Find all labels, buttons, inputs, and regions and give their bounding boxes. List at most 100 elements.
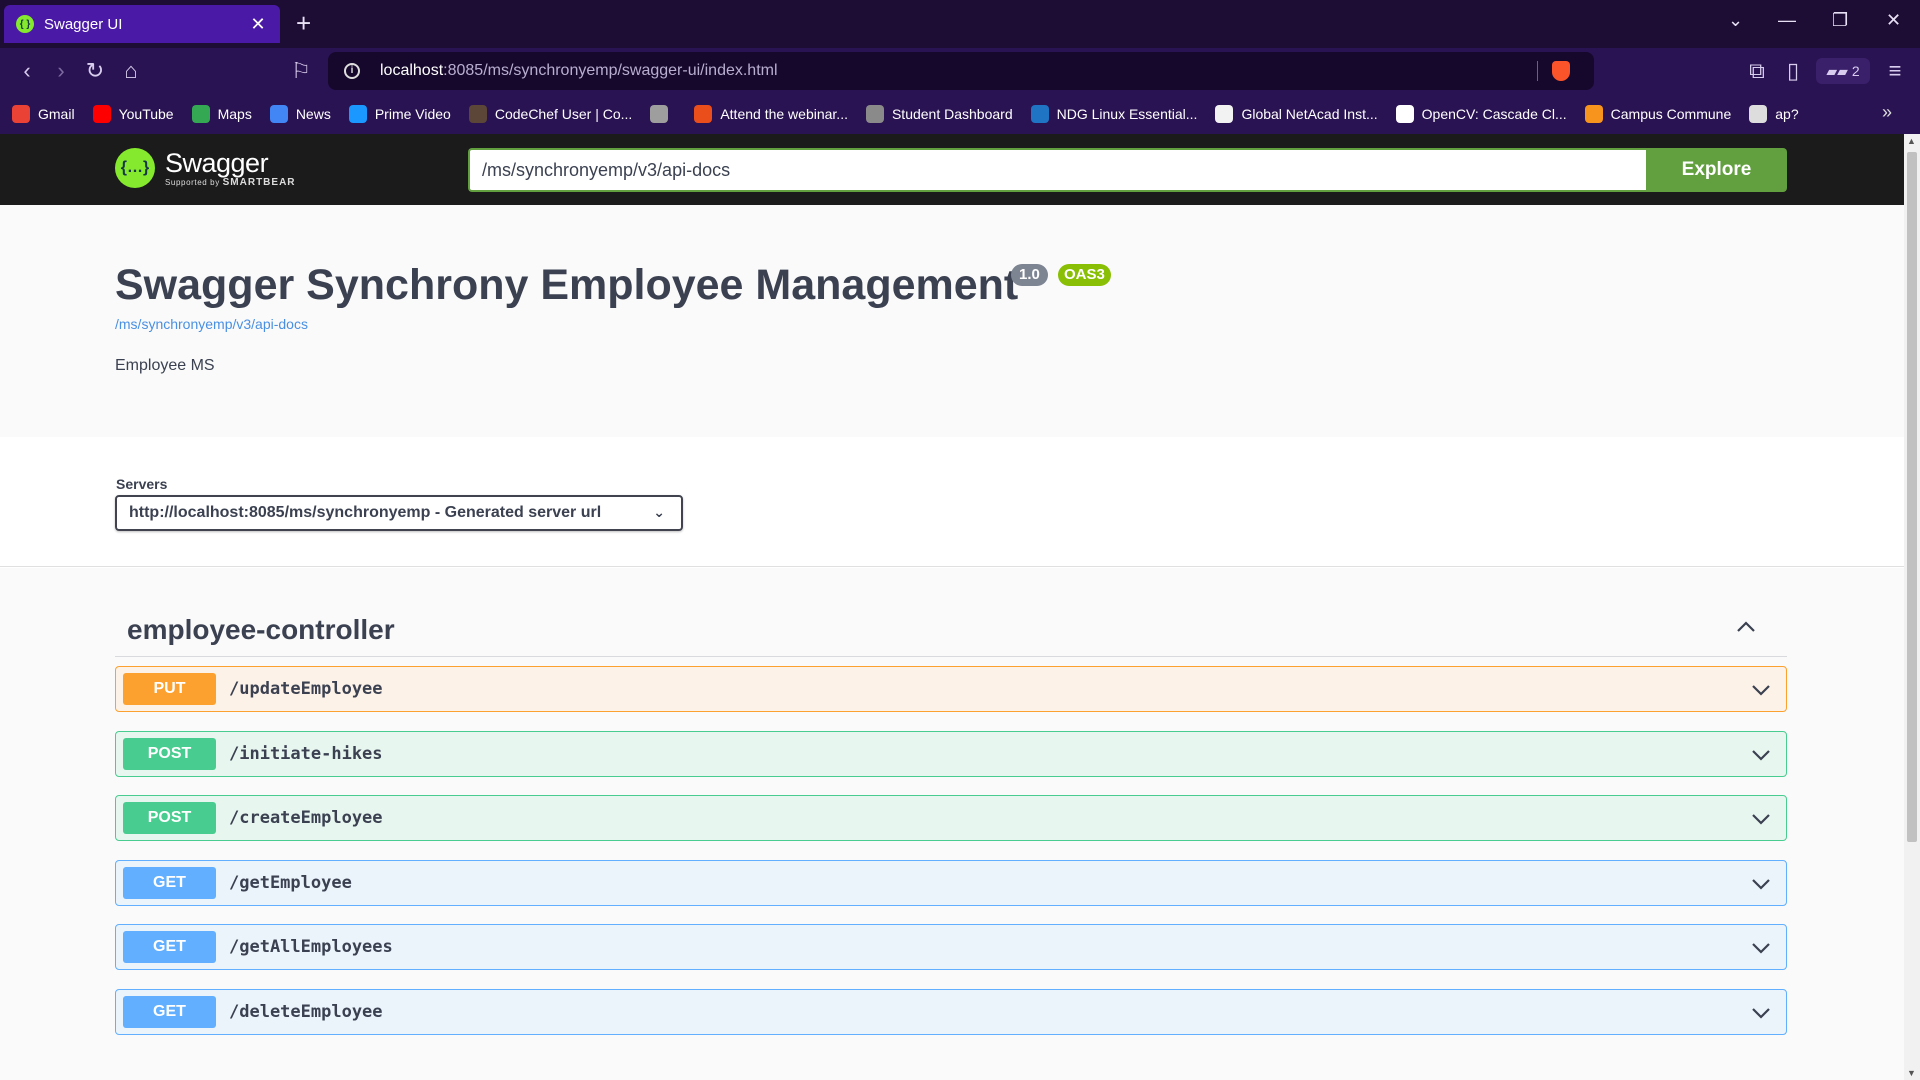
reload-icon[interactable]: ↻ [80,56,110,86]
bookmark-item[interactable]: YouTube [92,105,174,123]
url-divider [1537,61,1538,81]
method-badge: PUT [123,673,216,705]
restore-icon[interactable]: ❐ [1832,10,1848,31]
opblock-post[interactable]: POST/initiate-hikes [115,730,1787,777]
chevron-down-icon: ⌄ [653,504,665,520]
brand-name: Swagger [165,147,269,178]
address-bar[interactable]: i localhost:8085/ms/synchronyemp/swagger… [328,52,1594,90]
bookmark-label: Campus Commune [1610,106,1732,122]
menu-icon[interactable]: ≡ [1880,56,1910,86]
bookmark-item[interactable]: Student Dashboard [865,105,1013,123]
operation-path: /deleteEmployee [229,1001,383,1022]
swagger-favicon-icon: { } [16,15,34,33]
opblock-get[interactable]: GET/getAllEmployees [115,924,1787,970]
bookmark-favicon-icon [694,105,713,123]
scroll-down-icon[interactable]: ▼ [1907,1068,1916,1078]
home-icon[interactable]: ⌂ [116,56,146,86]
url-host: localhost [380,62,444,79]
sidebar-icon[interactable]: ▯ [1778,56,1808,86]
close-window-icon[interactable]: ✕ [1886,10,1901,31]
api-info: Swagger Synchrony Employee Management 1.… [0,205,1904,437]
bookmark-item[interactable] [650,105,676,123]
chevron-down-icon[interactable] [1750,745,1772,765]
bookmark-favicon-icon [1749,105,1768,123]
server-select[interactable]: http://localhost:8085/ms/synchronyemp - … [115,495,683,531]
chevron-down-icon[interactable] [1750,680,1772,700]
opblock-post[interactable]: POST/createEmployee [115,795,1787,841]
bookmark-item[interactable]: Attend the webinar... [694,105,848,123]
back-icon[interactable]: ‹ [12,56,42,86]
version-badge: 1.0 [1011,264,1048,286]
bookmark-item[interactable]: OpenCV: Cascade Cl... [1395,105,1567,123]
opblock-put[interactable]: PUT/updateEmployee [115,666,1787,712]
minimize-icon[interactable]: — [1778,10,1796,31]
opblock-get[interactable]: GET/getEmployee [115,859,1787,906]
servers-label: Servers [116,476,168,492]
bookmark-favicon-icon [650,105,669,123]
wallet-button[interactable]: ▰▰ 2 [1816,58,1870,84]
bookmark-label: Student Dashboard [891,106,1013,122]
method-badge: GET [123,866,216,899]
swagger-logo[interactable]: {…} Swagger Supported by SMARTBEAR [115,148,296,188]
explore-button[interactable]: Explore [1646,148,1787,192]
bookmark-label: Prime Video [374,106,451,122]
spec-link[interactable]: /ms/synchronyemp/v3/api-docs [115,316,308,332]
operation-path: /createEmployee [229,808,383,828]
chevron-up-icon[interactable] [1735,616,1757,638]
bookmark-item[interactable]: ap? [1749,105,1799,123]
swagger-logo-icon: {…} [115,148,155,188]
bookmark-favicon-icon [1584,105,1603,123]
page-scrollbar[interactable]: ▲ ▼ [1904,134,1920,1080]
operation-path: /updateEmployee [229,679,383,699]
method-badge: GET [123,931,216,963]
chevron-down-icon[interactable] [1750,938,1772,958]
bookmark-item[interactable]: Maps [191,105,252,123]
operation-path: /getEmployee [229,872,352,893]
bookmark-item[interactable]: Campus Commune [1584,105,1732,123]
spec-url-input[interactable] [468,148,1646,192]
tab-swagger-ui[interactable]: { } Swagger UI ✕ [4,5,280,43]
bookmark-favicon-icon [1030,105,1049,123]
extensions-icon[interactable]: ⧉ [1742,56,1772,86]
bookmark-favicon-icon [269,105,288,123]
opblock-get[interactable]: GET/deleteEmployee [115,988,1787,1035]
server-selected-value: http://localhost:8085/ms/synchronyemp - … [129,504,602,521]
chevron-down-icon[interactable] [1750,809,1772,829]
chevron-down-icon[interactable] [1750,1003,1772,1023]
brave-shields-icon[interactable] [1552,61,1570,81]
url-path: :8085/ms/synchronyemp/swagger-ui/index.h… [443,62,778,79]
method-badge: POST [123,802,216,834]
bookmark-item[interactable]: Global NetAcad Inst... [1215,105,1378,123]
scroll-up-icon[interactable]: ▲ [1907,136,1916,146]
site-info-icon[interactable]: i [344,63,360,79]
bookmark-item[interactable]: Prime Video [348,105,451,123]
bookmark-icon[interactable]: ⚐ [286,56,316,86]
bookmark-favicon-icon [12,105,30,123]
swagger-topbar: {…} Swagger Supported by SMARTBEAR Explo… [0,134,1904,205]
servers-section: Servers http://localhost:8085/ms/synchro… [0,437,1904,567]
scrollbar-thumb[interactable] [1907,152,1917,842]
forward-icon[interactable]: › [46,56,76,86]
bookmark-item[interactable]: CodeChef User | Co... [468,105,633,123]
bookmark-favicon-icon [191,105,210,123]
bookmark-label: OpenCV: Cascade Cl... [1421,106,1567,122]
wallet-count: 2 [1851,63,1860,79]
tab-search-icon[interactable]: ⌄ [1728,10,1743,31]
bookmark-label: NDG Linux Essential... [1056,106,1198,122]
brand-smartbear: SMARTBEAR [222,176,296,188]
bookmark-label: Maps [217,106,252,122]
bookmark-item[interactable]: News [269,105,331,123]
browser-toolbar: ‹ › ↻ ⌂ ⚐ i localhost:8085/ms/synchronye… [0,48,1920,94]
bookmark-label: Attend the webinar... [720,106,848,122]
bookmark-favicon-icon [1215,105,1234,123]
new-tab-button[interactable]: + [296,10,311,36]
bookmark-item[interactable]: Gmail [12,105,75,123]
tag-header[interactable]: employee-controller [115,598,1787,657]
more-bookmarks-icon[interactable]: » [1882,102,1892,123]
tab-close-icon[interactable]: ✕ [248,14,268,35]
bookmark-favicon-icon [1395,105,1414,123]
chevron-down-icon[interactable] [1750,874,1772,894]
bookmark-item[interactable]: NDG Linux Essential... [1030,105,1198,123]
oas-badge: OAS3 [1058,264,1111,286]
bookmark-label: CodeChef User | Co... [494,106,633,122]
